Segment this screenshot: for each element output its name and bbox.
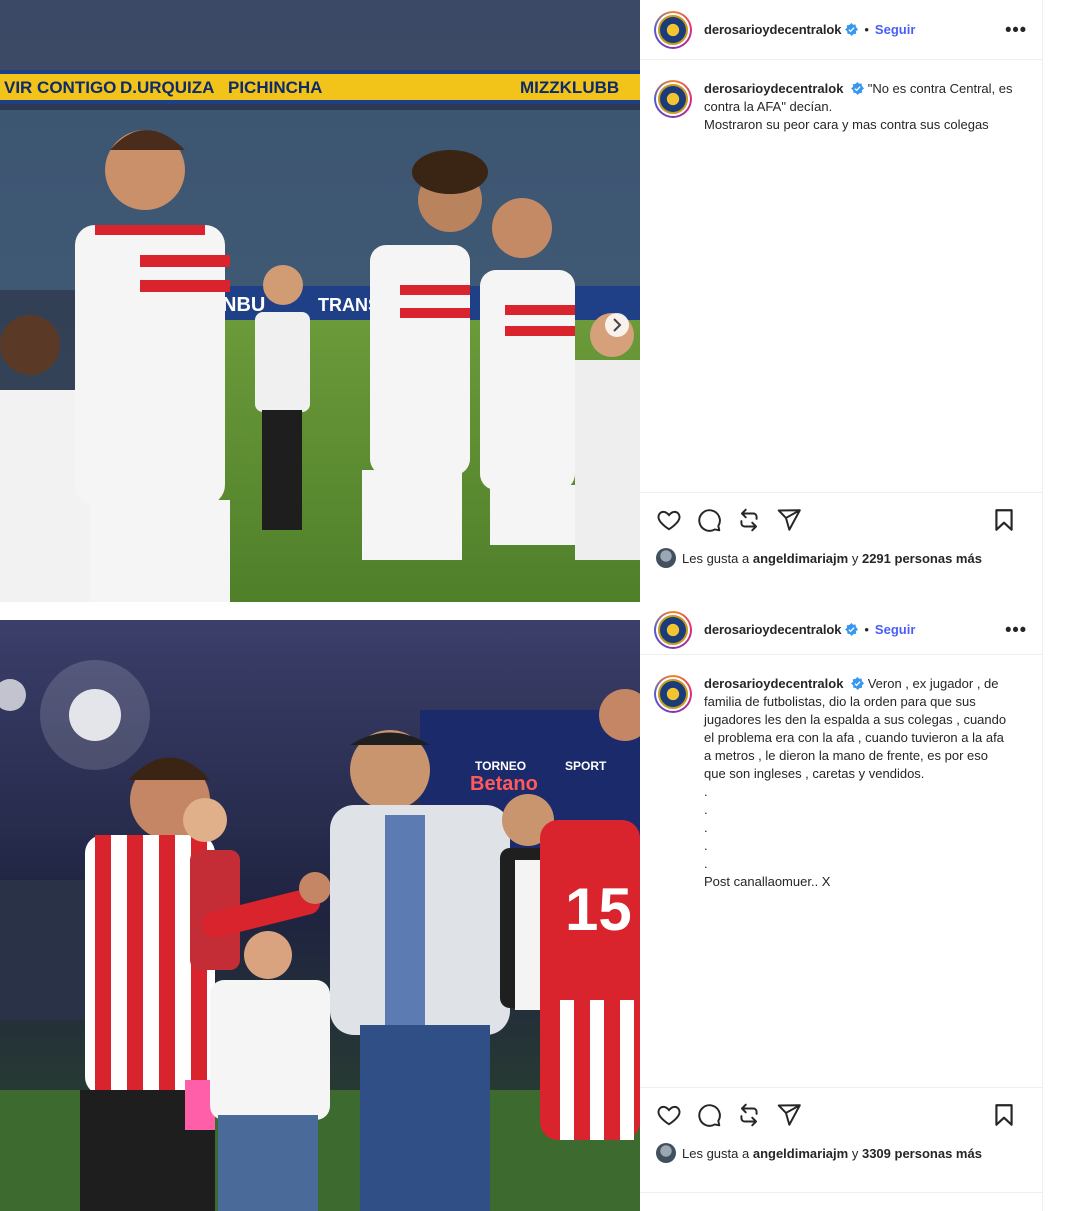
liker-avatar[interactable] [656,548,676,568]
post-header: derosarioydecentralok • Seguir ••• [640,605,1043,655]
post-sidebar-1: derosarioydecentralok • Seguir ••• deros… [640,0,1043,605]
username-link[interactable]: derosarioydecentralok [704,622,841,637]
likes-summary: Les gusta a angeldimariajm y 3309 person… [656,1143,982,1163]
repost-icon[interactable] [736,507,762,533]
caption-line: Mostraron su peor cara y mas contra sus … [704,117,989,132]
share-icon[interactable] [776,507,802,533]
likes-prefix: Les gusta a [682,1145,750,1161]
ad-board-text-1: NBU [222,294,265,316]
caption-avatar[interactable] [654,675,692,713]
more-icon[interactable]: ••• [1005,19,1027,40]
caption-line: . [704,838,708,853]
post-2: TORNEO Betano SPORT 15 derosarioydecentr… [0,605,1088,1211]
post-photo-1[interactable]: VIR CONTIGO D.URQUIZA PICHINCHA MIZZKLUB… [0,0,640,602]
likes-joiner: y [851,550,859,566]
likes-count[interactable]: 3309 personas más [862,1146,982,1161]
jersey-number: 15 [565,876,632,943]
caption-line: . [704,784,708,799]
caption-avatar[interactable] [654,80,692,118]
profile-avatar[interactable] [654,610,692,649]
verified-icon [851,677,865,690]
caption-line: . [704,802,708,817]
actions-bar [640,492,1043,547]
post-1: VIR CONTIGO D.URQUIZA PICHINCHA MIZZKLUB… [0,0,1088,605]
likes-joiner: y [851,1145,859,1161]
profile-avatar[interactable] [654,10,692,49]
more-icon[interactable]: ••• [1005,619,1027,640]
comment-icon[interactable] [696,507,722,533]
post-header: derosarioydecentralok • Seguir ••• [640,0,1043,60]
board-text-3: SPORT [565,759,607,773]
handshake-photo: TORNEO Betano SPORT 15 [0,620,640,1211]
liker-username[interactable]: angeldimariajm [753,1146,848,1161]
caption: derosarioydecentralok Veron , ex jugador… [654,675,1034,891]
heart-icon[interactable] [656,507,682,533]
banner-text-4: MIZZKLUBB [520,78,619,97]
stadium-lineup-photo: VIR CONTIGO D.URQUIZA PICHINCHA MIZZKLUB… [0,0,640,602]
next-post-edge [640,1192,1043,1211]
caption-username[interactable]: derosarioydecentralok [704,676,843,691]
caption-text: derosarioydecentralok Veron , ex jugador… [704,675,1006,891]
likes-count[interactable]: 2291 personas más [862,551,982,566]
username-link[interactable]: derosarioydecentralok [704,22,841,37]
caption-line: jugadores les den la espalda a sus coleg… [704,712,1007,727]
board-text-2: Betano [470,773,538,795]
comment-icon[interactable] [696,1102,722,1128]
banner-text-2: D.URQUIZA [120,78,214,97]
actions-bar [640,1087,1043,1142]
liker-username[interactable]: angeldimariajm [753,551,848,566]
follow-button[interactable]: Seguir [875,622,915,637]
caption-line: Veron , ex jugador , de [867,676,999,691]
post-photo-2[interactable]: TORNEO Betano SPORT 15 [0,620,640,1211]
likes-prefix: Les gusta a [682,550,750,566]
verified-icon [845,623,859,636]
repost-icon[interactable] [736,1102,762,1128]
likes-summary: Les gusta a angeldimariajm y 2291 person… [656,548,982,568]
caption-username[interactable]: derosarioydecentralok [704,81,843,96]
caption-line: que son ingleses , caretas y vendidos. [704,766,925,781]
caption-line: . [704,820,708,835]
board-text-1: TORNEO [475,759,526,773]
post-sidebar-2: derosarioydecentralok • Seguir ••• deros… [640,605,1043,1211]
caption-line: el problema era con la afa , cuando tuvi… [704,730,1004,745]
verified-icon [845,23,859,36]
verified-icon [851,82,865,95]
caption-line: "No es contra Central, es [867,81,1013,96]
bookmark-icon[interactable] [991,507,1017,533]
caption-line: contra la AFA" decían. [704,99,833,114]
separator-dot: • [864,622,869,637]
caption-line: . [704,856,708,871]
banner-text-3: PICHINCHA [228,78,322,97]
caption-text: derosarioydecentralok "No es contra Cent… [704,80,1013,134]
caption-line: a metros , le dieron la mano de frente, … [704,748,988,763]
heart-icon[interactable] [656,1102,682,1128]
share-icon[interactable] [776,1102,802,1128]
caption: derosarioydecentralok "No es contra Cent… [654,80,1034,134]
banner-text-1: VIR CONTIGO [4,78,116,97]
bookmark-icon[interactable] [991,1102,1017,1128]
caption-line: familia de futbolistas, dio la orden par… [704,694,976,709]
caption-line: Post canallaomuer.. X [704,874,831,889]
separator-dot: • [864,22,869,37]
liker-avatar[interactable] [656,1143,676,1163]
follow-button[interactable]: Seguir [875,22,915,37]
